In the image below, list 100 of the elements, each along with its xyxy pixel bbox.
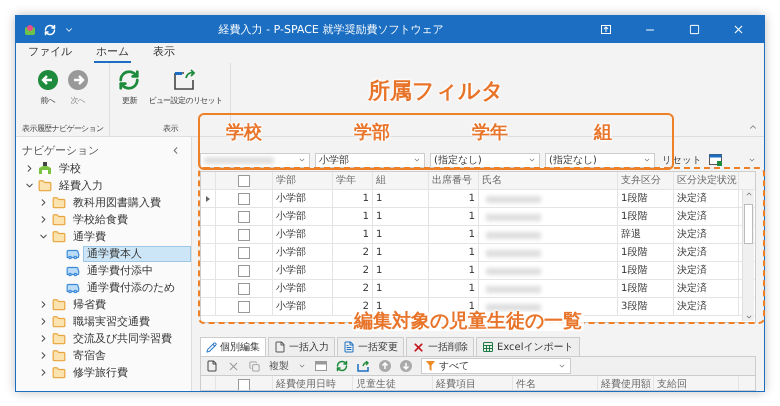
school-icon — [38, 162, 52, 175]
callout-label: 学年 — [472, 121, 508, 144]
close-icon[interactable] — [732, 23, 744, 36]
nav-item[interactable]: 修学旅行費 — [69, 364, 132, 380]
refresh-icon[interactable] — [336, 360, 348, 372]
delete-icon[interactable] — [227, 360, 240, 372]
blurred-name — [486, 268, 540, 274]
folder-icon — [52, 212, 66, 226]
filter-dropdown[interactable]: (指定なし) — [430, 152, 540, 168]
blurred-name — [486, 286, 540, 292]
folder-icon — [52, 314, 66, 328]
scroll-up-icon[interactable] — [744, 190, 752, 198]
folder-icon — [52, 332, 66, 346]
checkbox[interactable] — [238, 193, 250, 205]
ribbon-tab[interactable]: ファイル — [26, 44, 74, 63]
filter-dropdown[interactable]: 小学部 — [315, 152, 425, 168]
ribbon-tab[interactable]: 表示 — [151, 44, 177, 63]
pencil-icon — [206, 342, 217, 352]
column-header[interactable]: 件名 — [513, 376, 598, 390]
nav-item[interactable]: 通学費付添中 — [83, 262, 157, 278]
scrollbar[interactable] — [742, 190, 754, 321]
tab[interactable]: Excelインポート — [476, 337, 580, 356]
callout-label: 組 — [594, 121, 612, 144]
checkbox[interactable] — [238, 211, 250, 223]
copy-icon[interactable] — [249, 360, 260, 372]
checkbox[interactable] — [238, 379, 250, 390]
group-label: 表示履歴ナビゲーション — [22, 123, 104, 134]
table-cell: 3段階 — [618, 298, 674, 316]
ribbon-button[interactable]: 更新 — [116, 69, 142, 123]
duplicate-button[interactable]: 複製 — [269, 359, 289, 373]
column-header[interactable]: 経費使用額 — [598, 376, 654, 390]
nav-item[interactable]: 通学費本人 — [83, 246, 191, 262]
export-icon[interactable] — [357, 360, 370, 372]
caret-icon — [528, 156, 536, 164]
maximize-icon[interactable] — [688, 24, 700, 35]
caret-icon — [413, 156, 421, 164]
group-label: 表示 — [163, 123, 178, 134]
nav-item[interactable]: 通学費 — [69, 228, 110, 244]
ribbon-tab[interactable]: ホーム — [94, 44, 131, 63]
nav-item[interactable]: 帰省費 — [69, 296, 110, 312]
refresh-icon[interactable] — [44, 24, 56, 36]
table-cell: 決定済 — [674, 298, 739, 316]
tab[interactable]: 一括削除 — [406, 337, 474, 356]
caret-icon — [298, 156, 306, 164]
refresh-icon — [118, 69, 140, 91]
nav-item[interactable]: 寄宿舎 — [69, 348, 110, 364]
caret-icon[interactable] — [748, 156, 756, 164]
caret-icon — [643, 156, 651, 164]
blurred-name — [486, 232, 540, 238]
filter-dropdown[interactable]: (指定なし) — [545, 152, 655, 168]
current-row-icon — [206, 196, 210, 202]
blurred-name — [486, 196, 540, 202]
column-header[interactable]: 児童生徒 — [353, 376, 433, 390]
checkbox[interactable] — [238, 283, 250, 295]
column-header[interactable]: 経費使用日時 — [273, 376, 353, 390]
layout-icon[interactable] — [709, 154, 723, 166]
pane-title: ナビゲーション — [22, 143, 99, 158]
scroll-down-icon[interactable] — [744, 313, 752, 321]
nav-item[interactable]: 学校 — [55, 160, 85, 176]
app-logo-icon — [24, 24, 36, 36]
move-up-icon[interactable] — [379, 360, 391, 372]
move-down-icon[interactable] — [400, 360, 412, 372]
folder-icon — [52, 196, 66, 210]
checkbox[interactable] — [238, 301, 250, 313]
folder-icon — [52, 298, 66, 312]
ribbon-button[interactable]: ビュー設定のリセット — [146, 69, 224, 123]
nav-item[interactable]: 通学費付添のため — [83, 280, 179, 296]
filter-dropdown[interactable]: すべて — [421, 358, 571, 374]
nav-item[interactable]: 職場実習交通費 — [69, 314, 154, 330]
nav-item[interactable]: 教科用図書購入費 — [69, 194, 165, 210]
tab[interactable]: 個別編集 — [200, 337, 266, 356]
nav-item[interactable]: 経費入力 — [55, 178, 107, 194]
new-document-icon[interactable] — [206, 360, 218, 372]
page-edit-icon — [343, 341, 355, 353]
column-header[interactable]: 経費項目 — [433, 376, 513, 390]
checkbox[interactable] — [238, 175, 250, 187]
tab[interactable]: 一括入力 — [268, 337, 335, 356]
window-reset-icon — [173, 69, 198, 91]
filter-dropdown[interactable] — [200, 152, 310, 168]
funnel-icon — [426, 361, 435, 371]
window-icon[interactable] — [315, 361, 327, 371]
spreadsheet-icon — [482, 341, 494, 353]
checkbox[interactable] — [238, 229, 250, 241]
checkbox[interactable] — [238, 265, 250, 277]
column-header[interactable]: 支給回 — [654, 376, 739, 390]
callout-label: 学部 — [354, 121, 390, 144]
scroll-thumb[interactable] — [744, 204, 753, 244]
caret-icon — [558, 362, 566, 370]
callout-title: 所属フィルタ — [368, 78, 504, 106]
nav-item[interactable]: 交流及び共同学習費 — [69, 330, 176, 346]
nav-item[interactable]: 学校給食費 — [69, 212, 132, 228]
folder-icon — [38, 178, 52, 192]
table-cell: 小学部 — [273, 298, 333, 316]
tab[interactable]: 一括変更 — [337, 337, 404, 356]
folder-icon — [52, 366, 66, 380]
ribbon-button[interactable]: 前へ — [34, 69, 61, 123]
checkbox[interactable] — [238, 247, 250, 259]
blurred-name — [486, 304, 540, 310]
caret-icon[interactable] — [298, 362, 306, 370]
callout-label: 学校 — [226, 121, 262, 144]
